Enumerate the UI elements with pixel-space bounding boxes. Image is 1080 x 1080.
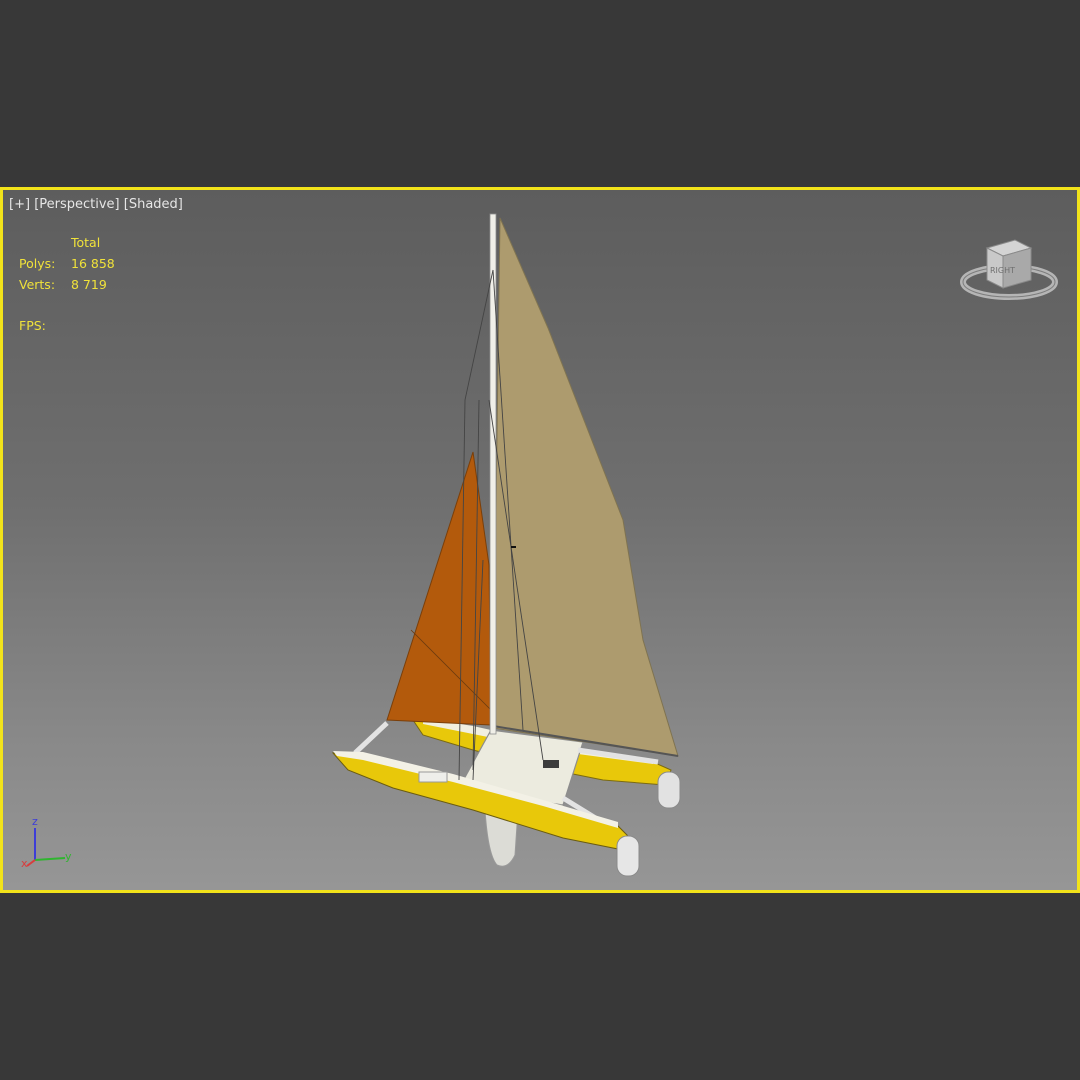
near-hull-float [616,835,640,877]
axis-gizmo: z y x [21,815,72,870]
verts-value: 8 719 [71,277,107,292]
viewport-label: [+] [Perspective] [Shaded] [9,197,183,212]
viewcube[interactable]: RIGHT [959,230,1059,302]
axis-y-label: y [65,850,72,863]
axis-z-label: z [32,815,38,828]
viewport-scene[interactable] [3,190,1077,890]
perspective-viewport[interactable]: [+] [Perspective] [Shaded] Total Polys: 1… [0,187,1080,893]
verts-label: Verts: [19,277,56,292]
stats-header: Total [71,235,101,250]
polys-value: 16 858 [71,256,115,271]
mast [489,213,497,735]
shading-mode-button[interactable]: [Shaded] [124,197,183,212]
far-hull-float [657,771,681,809]
fps-label: FPS: [19,318,46,333]
jib-sail [386,451,492,726]
viewport-menu-button[interactable]: [+] [9,197,30,212]
axis-x-label: x [21,857,28,870]
polys-label: Polys: [19,256,56,271]
viewcube-face-label[interactable]: RIGHT [990,266,1015,275]
view-mode-button[interactable]: [Perspective] [34,197,119,212]
mainsail [492,217,679,757]
